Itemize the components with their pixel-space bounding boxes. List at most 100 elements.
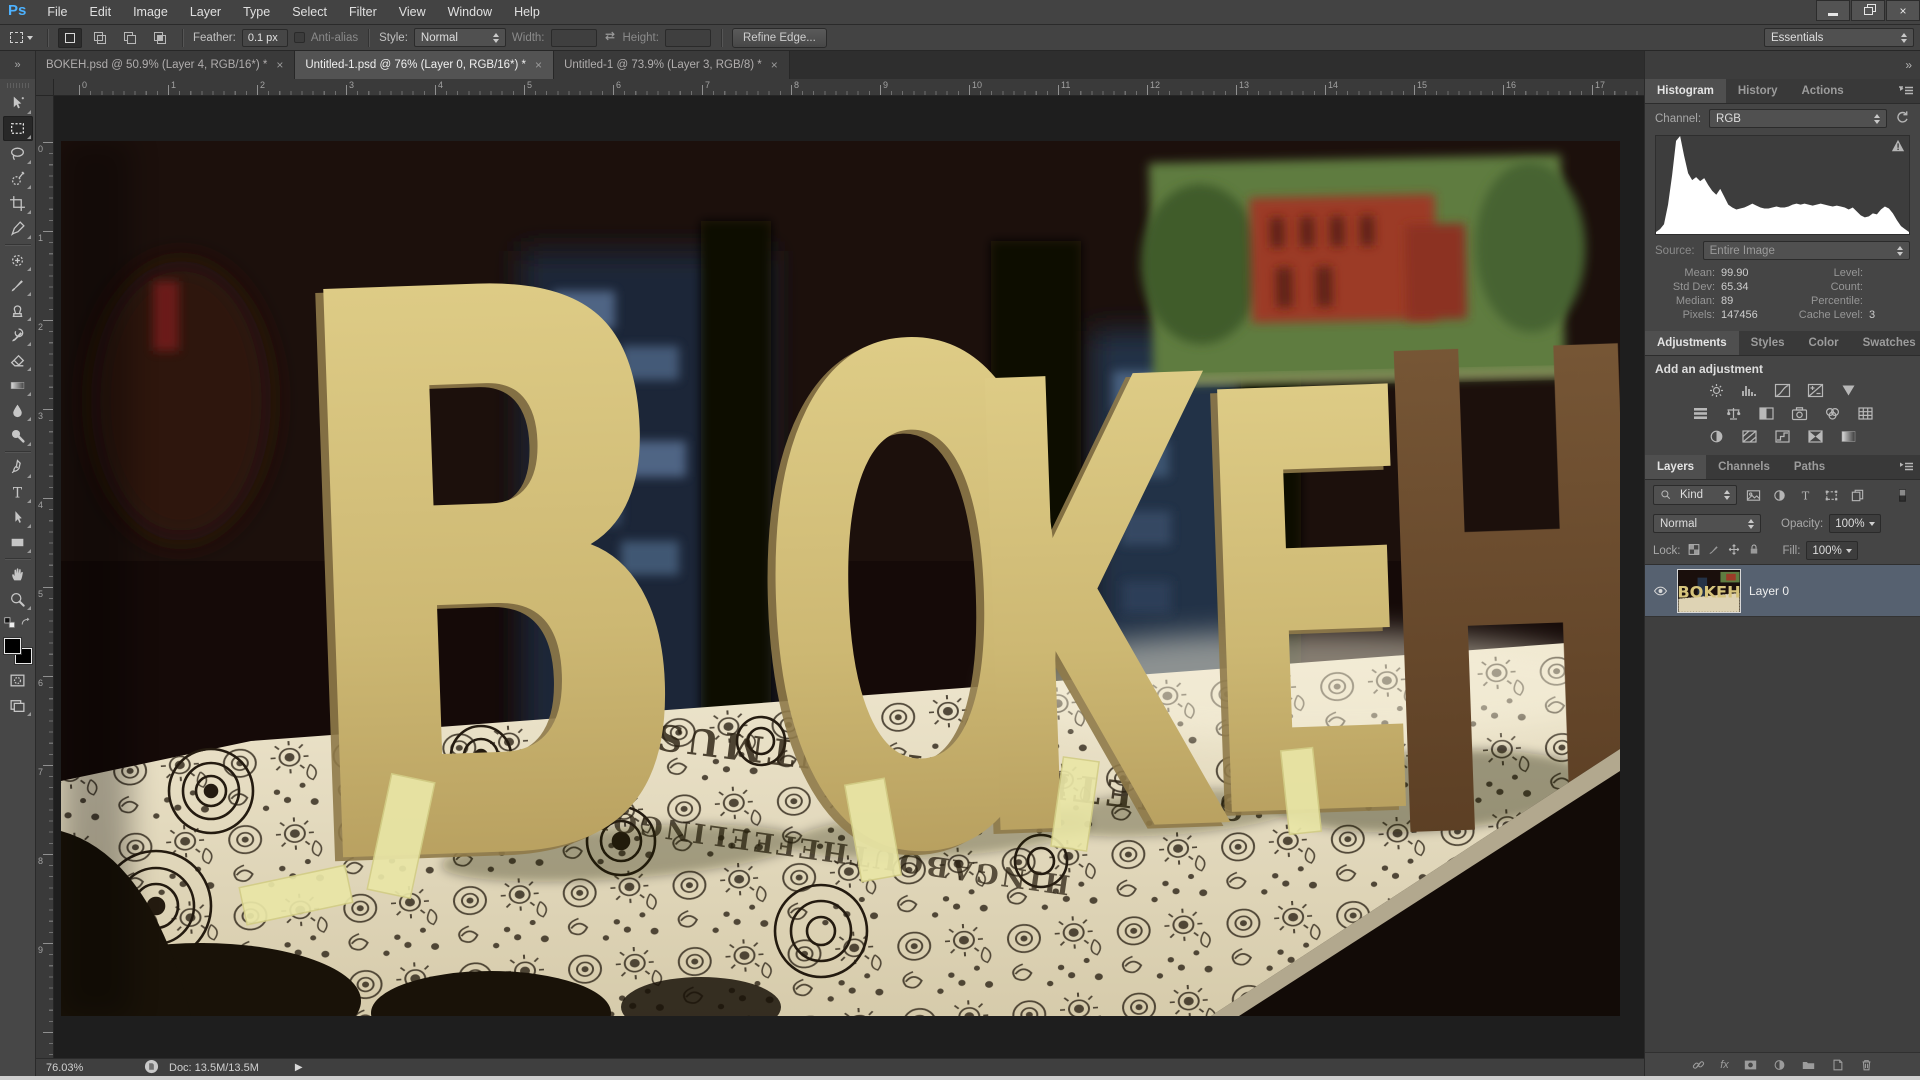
source-dropdown[interactable]: Entire Image (1703, 241, 1910, 260)
minimize-button[interactable] (1816, 0, 1850, 21)
close-icon[interactable]: × (770, 58, 779, 72)
screen-mode-button[interactable] (3, 693, 33, 718)
selection-mode-new[interactable] (58, 28, 82, 48)
filter-shape-layers-icon[interactable] (1821, 486, 1841, 504)
menu-filter[interactable]: Filter (338, 0, 388, 24)
lock-position-icon[interactable] (1727, 543, 1741, 559)
color-lookup-icon[interactable] (1852, 403, 1878, 424)
menu-window[interactable]: Window (437, 0, 503, 24)
swap-dimensions-icon[interactable] (603, 29, 617, 46)
brush-tool[interactable] (3, 273, 33, 298)
selection-mode-subtract[interactable] (118, 28, 142, 48)
document-tab-untitled1[interactable]: Untitled-1 @ 73.9% (Layer 3, RGB/8) * × (554, 51, 790, 79)
type-tool[interactable]: T (3, 480, 33, 505)
blend-mode-dropdown[interactable]: Normal (1653, 514, 1761, 533)
brightness-contrast-icon[interactable] (1704, 380, 1730, 401)
new-group-icon[interactable] (1801, 1058, 1816, 1072)
tab-layers[interactable]: Layers (1645, 455, 1706, 479)
zoom-level-field[interactable]: 76.03% (46, 1062, 106, 1074)
add-layer-mask-icon[interactable] (1743, 1058, 1758, 1072)
history-brush-tool[interactable] (3, 323, 33, 348)
panel-collapse-button[interactable]: » (1644, 51, 1920, 79)
invert-icon[interactable] (1704, 426, 1730, 447)
hand-tool[interactable] (3, 562, 33, 587)
filter-pixel-layers-icon[interactable] (1743, 486, 1763, 504)
horizontal-ruler[interactable]: 01234567891011121314151617 (54, 79, 1644, 95)
curves-icon[interactable] (1770, 380, 1796, 401)
quick-selection-tool[interactable] (3, 166, 33, 191)
quick-mask-button[interactable] (3, 668, 33, 693)
close-icon[interactable]: × (275, 58, 284, 72)
lasso-tool[interactable] (3, 141, 33, 166)
tab-histogram[interactable]: Histogram (1645, 79, 1726, 103)
menu-image[interactable]: Image (122, 0, 179, 24)
menu-edit[interactable]: Edit (79, 0, 123, 24)
filter-smart-objects-icon[interactable] (1847, 486, 1867, 504)
panel-menu-icon[interactable] (1898, 455, 1920, 479)
close-button[interactable]: × (1886, 0, 1920, 21)
blur-tool[interactable] (3, 398, 33, 423)
ruler-origin-corner[interactable] (36, 79, 54, 95)
path-selection-tool[interactable] (3, 505, 33, 530)
rectangular-marquee-tool[interactable] (3, 116, 33, 141)
layer-style-fx-icon[interactable]: fx (1720, 1059, 1729, 1071)
menu-layer[interactable]: Layer (179, 0, 232, 24)
fill-input[interactable]: 100% (1806, 541, 1858, 560)
gradient-map-icon[interactable] (1803, 426, 1829, 447)
tab-channels[interactable]: Channels (1706, 455, 1782, 479)
filter-kind-dropdown[interactable]: Kind (1653, 485, 1737, 505)
new-adjustment-layer-icon[interactable] (1772, 1058, 1787, 1072)
channel-dropdown[interactable]: RGB (1709, 109, 1887, 128)
selection-mode-add[interactable] (88, 28, 112, 48)
crop-tool[interactable] (3, 191, 33, 216)
move-tool[interactable] (3, 91, 33, 116)
gradient-tool[interactable] (3, 373, 33, 398)
tab-actions[interactable]: Actions (1790, 79, 1856, 103)
filter-adjustment-layers-icon[interactable] (1769, 486, 1789, 504)
toolbar-collapse-button[interactable]: » (0, 51, 36, 79)
refine-edge-button[interactable]: Refine Edge... (732, 28, 827, 48)
style-dropdown[interactable]: Normal (414, 28, 506, 47)
cached-data-warning-icon[interactable] (1891, 139, 1905, 152)
zoom-tool[interactable] (3, 587, 33, 612)
panel-grip[interactable] (7, 83, 29, 88)
selective-color-icon[interactable] (1836, 426, 1862, 447)
vibrance-icon[interactable] (1836, 380, 1862, 401)
doc-profile-icon[interactable] (144, 1059, 159, 1077)
delete-layer-icon[interactable] (1859, 1058, 1874, 1072)
eraser-tool[interactable] (3, 348, 33, 373)
close-icon[interactable]: × (534, 58, 543, 72)
lock-all-icon[interactable] (1747, 543, 1761, 559)
workspace-switcher[interactable]: Essentials (1764, 28, 1914, 47)
selection-mode-intersect[interactable] (148, 28, 172, 48)
menu-file[interactable]: File (36, 0, 78, 24)
lock-pixels-icon[interactable] (1707, 543, 1721, 559)
panel-menu-icon[interactable] (1898, 79, 1920, 103)
tab-swatches[interactable]: Swatches (1851, 331, 1920, 355)
default-colors-icon[interactable] (4, 616, 16, 634)
threshold-icon[interactable] (1770, 426, 1796, 447)
tab-adjustments[interactable]: Adjustments (1645, 331, 1739, 355)
tool-preset-picker[interactable] (6, 32, 37, 43)
channel-mixer-icon[interactable] (1819, 403, 1845, 424)
status-options-arrow[interactable]: ▶ (295, 1062, 303, 1073)
vertical-ruler[interactable]: 0123456789 (36, 96, 54, 1058)
filter-type-layers-icon[interactable]: T (1795, 486, 1815, 504)
layer-name[interactable]: Layer 0 (1749, 584, 1789, 598)
height-input[interactable] (665, 29, 711, 47)
new-layer-icon[interactable] (1830, 1058, 1845, 1072)
levels-icon[interactable] (1737, 380, 1763, 401)
tab-paths[interactable]: Paths (1782, 455, 1837, 479)
opacity-input[interactable]: 100% (1829, 514, 1881, 533)
document-canvas[interactable]: SOMETHINGABOUTMUSIC HINGABOUTHEFEELINGOF… (54, 96, 1644, 1058)
tab-history[interactable]: History (1726, 79, 1790, 103)
antialias-checkbox[interactable] (294, 32, 305, 43)
doc-size-readout[interactable]: Doc: 13.5M/13.5M (169, 1062, 259, 1074)
layer-visibility-eye-icon[interactable] (1651, 585, 1669, 597)
menu-type[interactable]: Type (232, 0, 281, 24)
menu-select[interactable]: Select (281, 0, 338, 24)
tab-color[interactable]: Color (1797, 331, 1851, 355)
pen-tool[interactable] (3, 455, 33, 480)
menu-help[interactable]: Help (503, 0, 551, 24)
swap-colors-icon[interactable] (20, 616, 32, 634)
